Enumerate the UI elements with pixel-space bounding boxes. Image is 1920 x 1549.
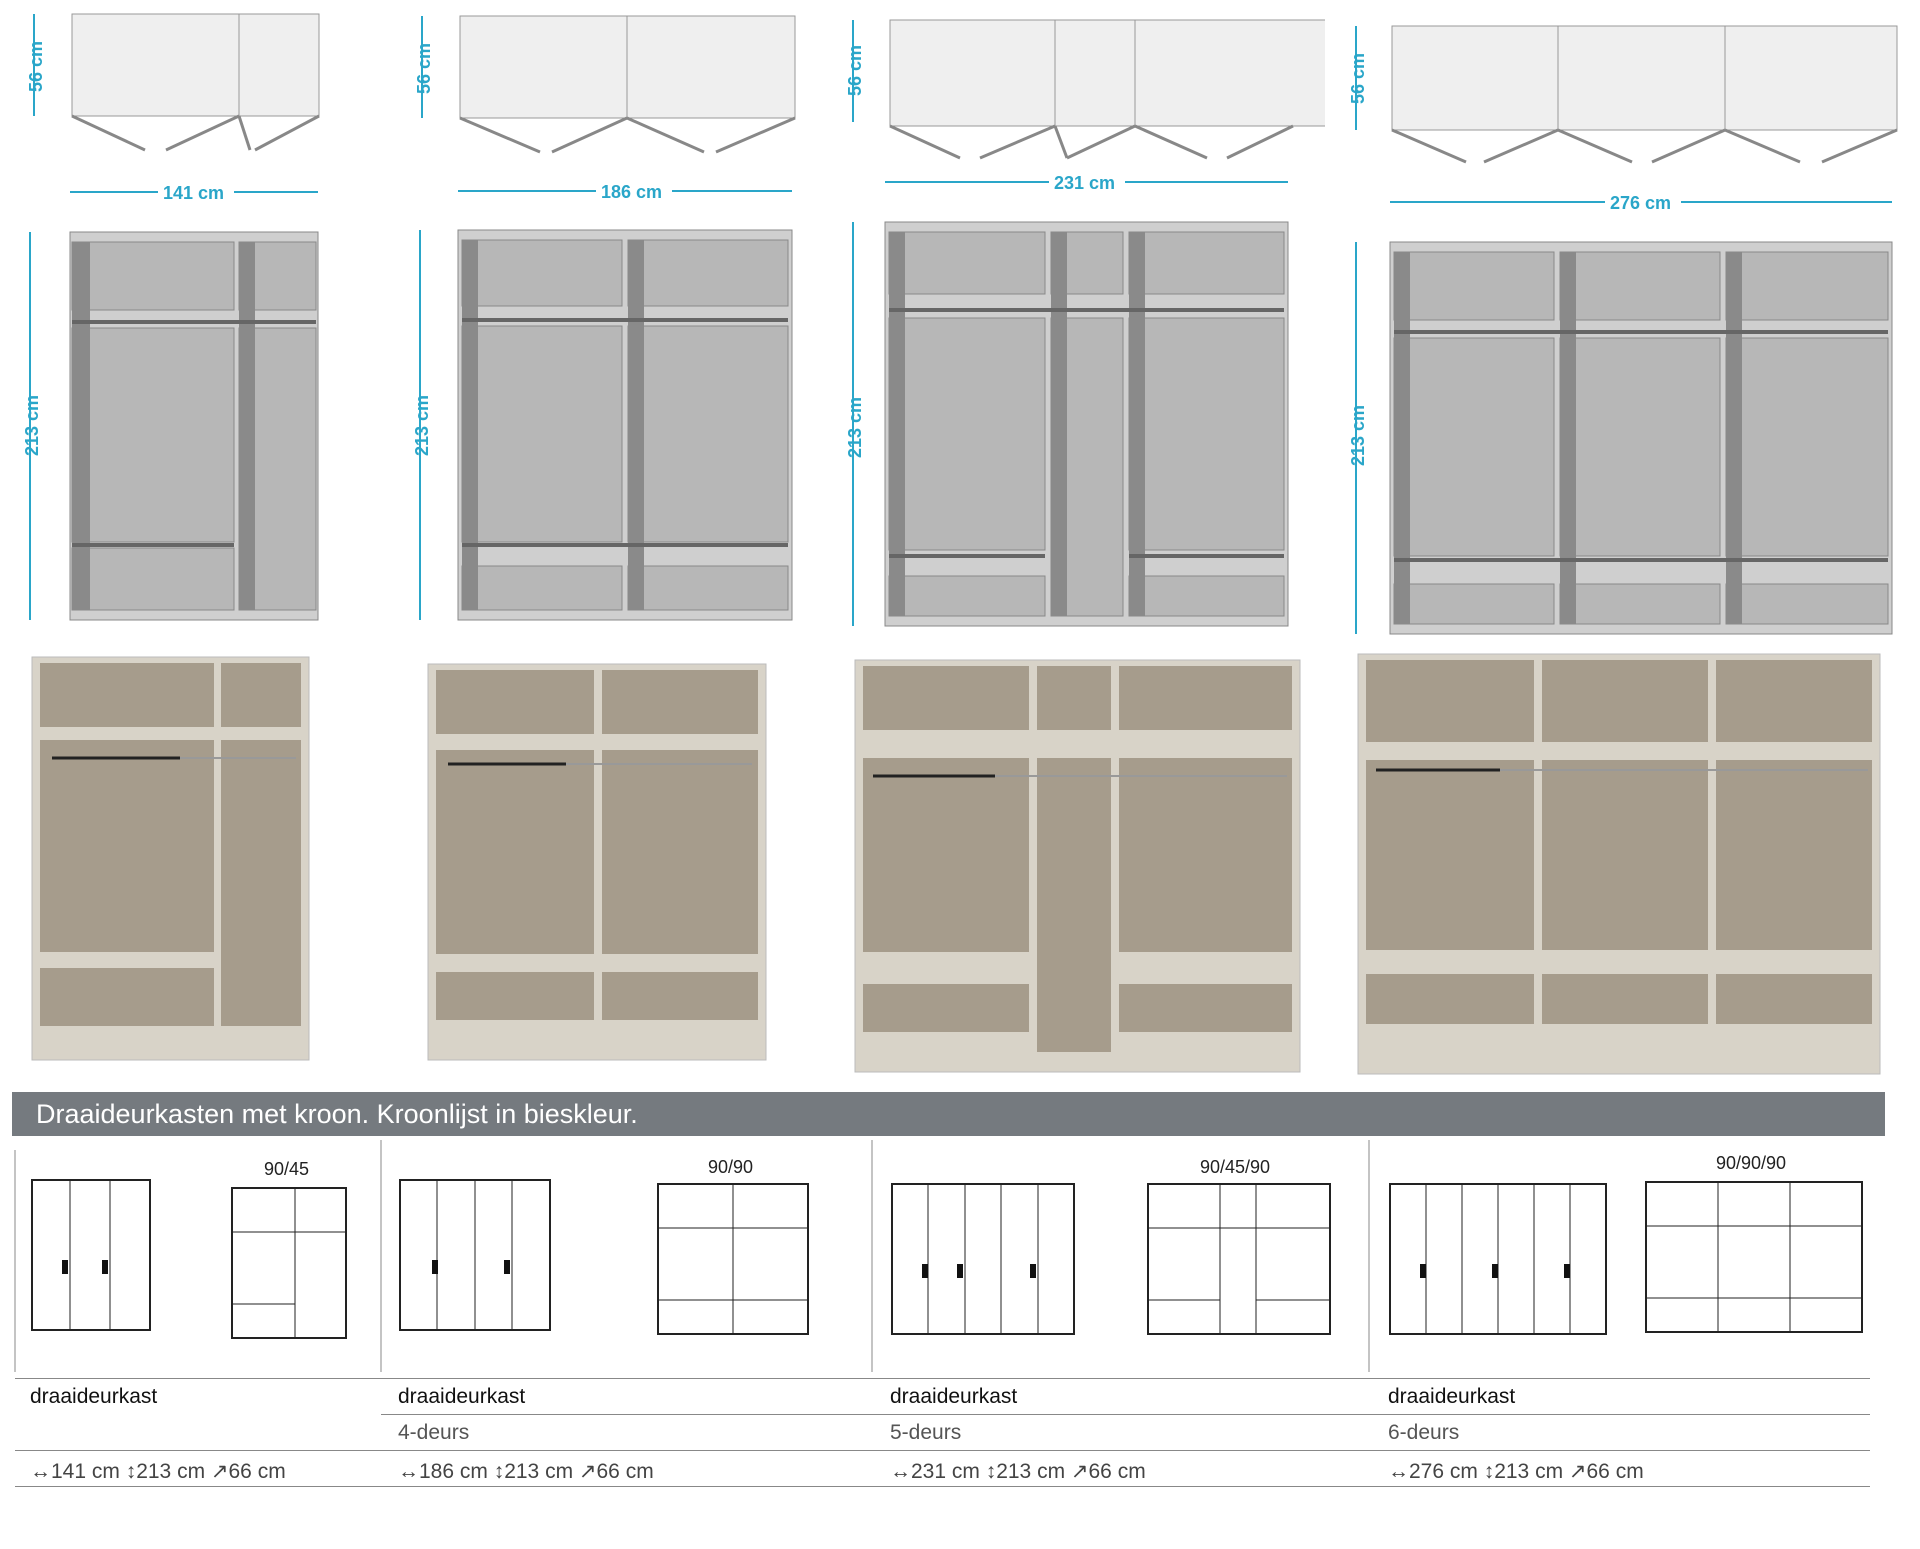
width-label-4: 276 cm	[1610, 193, 1671, 213]
spec-subtitle-2: 4-deurs	[398, 1421, 470, 1444]
front-elevation-4: 213 cm	[1348, 241, 1893, 635]
thumb-door-front-2	[399, 1179, 551, 1331]
cabinet-drawings-2: 56 cm 186 cm 213 cm	[412, 15, 796, 1061]
photo-render-1	[31, 656, 310, 1061]
spec-subtitle-4: 6-deurs	[1388, 1421, 1460, 1444]
spec-dims-4: ↔276 cm ↕213 cm ↗66 cm	[1388, 1460, 1644, 1483]
top-view-1: 56 cm	[26, 13, 320, 152]
thumb-door-front-4	[1389, 1183, 1607, 1335]
top-view-2: 56 cm	[414, 15, 796, 154]
height-label-2: 213 cm	[412, 395, 432, 456]
top-view-4: 56 cm	[1348, 25, 1898, 164]
height-label-1: 213 cm	[22, 395, 42, 456]
photo-render-4	[1357, 653, 1881, 1075]
photo-render-3	[854, 659, 1301, 1073]
front-elevation-2: 213 cm	[412, 229, 793, 621]
thumb-door-front-1	[31, 1179, 151, 1331]
width-label-2: 186 cm	[601, 182, 662, 202]
depth-label-1: 56 cm	[26, 41, 46, 92]
spec-dims-2: ↔186 cm ↕213 cm ↗66 cm	[398, 1460, 654, 1483]
spec-title-3: draaideurkast	[890, 1385, 1018, 1408]
spec-dims-3: ↔231 cm ↕213 cm ↗66 cm	[890, 1460, 1146, 1483]
width-label-3: 231 cm	[1054, 173, 1115, 193]
cabinet-drawings-4: 56 cm 276 cm 213 cm	[1348, 25, 1898, 1075]
height-label-4: 213 cm	[1348, 405, 1368, 466]
spec-title-2: draaideurkast	[398, 1385, 526, 1408]
thumb-interior-1	[231, 1187, 347, 1339]
config-label-3: 90/45/90	[1200, 1157, 1270, 1177]
spec-subtitle-3: 5-deurs	[890, 1421, 962, 1444]
height-label-3: 213 cm	[845, 397, 865, 458]
width-label-1: 141 cm	[163, 183, 224, 203]
spec-dims-1: ↔141 cm ↕213 cm ↗66 cm	[30, 1460, 286, 1483]
cabinet-drawings-1: 56 cm 141 cm 213 cm	[22, 13, 320, 1061]
config-label-2: 90/90	[708, 1157, 753, 1177]
thumb-interior-3	[1147, 1183, 1331, 1335]
depth-label-3: 56 cm	[845, 45, 865, 96]
front-elevation-1: 213 cm	[22, 231, 319, 621]
config-label-1: 90/45	[264, 1159, 309, 1179]
thumb-door-front-3	[891, 1183, 1075, 1335]
depth-label-4: 56 cm	[1348, 53, 1368, 104]
cabinet-drawings-3: 56 cm 231 cm 213 cm	[845, 19, 1339, 1073]
photo-render-2	[427, 663, 767, 1061]
depth-label-2: 56 cm	[414, 43, 434, 94]
section-banner: Draaideurkasten met kroon. Kroonlijst in…	[12, 1092, 1885, 1136]
top-view-3: 56 cm	[845, 19, 1339, 160]
spec-title-1: draaideurkast	[30, 1385, 158, 1408]
front-elevation-3: 213 cm	[845, 221, 1289, 627]
product-thumbnails: 90/45 90/90 90/45/90 90/90/90	[14, 1140, 1863, 1372]
config-label-4: 90/90/90	[1716, 1153, 1786, 1173]
thumb-interior-2	[657, 1183, 809, 1335]
spec-title-4: draaideurkast	[1388, 1385, 1516, 1408]
thumb-interior-4	[1645, 1181, 1863, 1333]
